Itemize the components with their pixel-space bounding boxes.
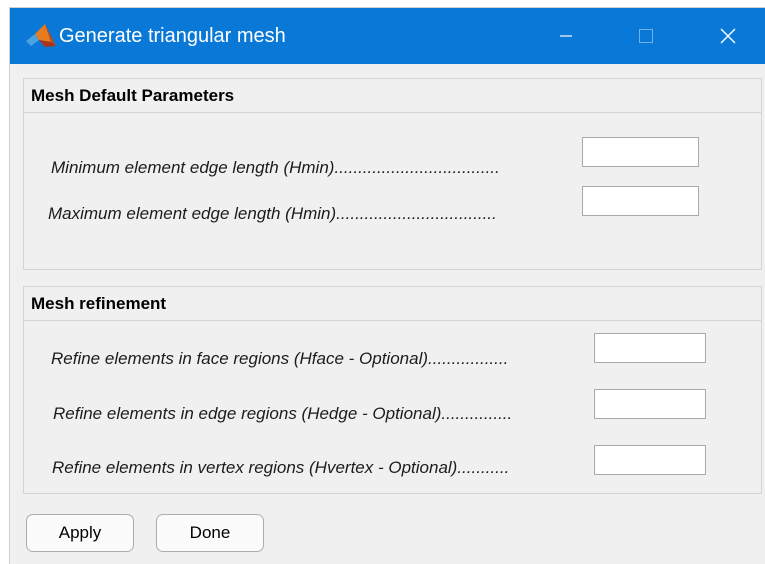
hface-label: Refine elements in face regions (Hface -…: [51, 349, 509, 368]
title-bar[interactable]: Generate triangular mesh: [10, 8, 765, 64]
maximize-button[interactable]: [618, 8, 674, 64]
hedge-label: Refine elements in edge regions (Hedge -…: [53, 404, 513, 423]
apply-button[interactable]: Apply: [26, 514, 134, 552]
mesh-default-parameters-header: Mesh Default Parameters: [24, 79, 761, 113]
mesh-refinement-panel: Mesh refinement Refine elements in face …: [23, 286, 762, 494]
mesh-dialog-window: Generate triangular mesh Mesh Default Pa…: [10, 8, 765, 564]
min-edge-length-input[interactable]: [582, 137, 699, 167]
hvertex-input[interactable]: [594, 445, 706, 475]
done-button[interactable]: Done: [156, 514, 264, 552]
matlab-logo-icon: [25, 22, 57, 50]
minimize-icon: [560, 35, 572, 37]
hedge-input[interactable]: [594, 389, 706, 419]
minimize-button[interactable]: [538, 8, 594, 64]
window-title: Generate triangular mesh: [59, 25, 286, 47]
hface-input[interactable]: [594, 333, 706, 363]
close-button[interactable]: [700, 8, 756, 64]
max-edge-length-input[interactable]: [582, 186, 699, 216]
hmin-max-label: Maximum element edge length (Hmin)......…: [48, 204, 497, 223]
mesh-refinement-header: Mesh refinement: [24, 287, 761, 321]
close-icon: [720, 28, 736, 44]
hvertex-label: Refine elements in vertex regions (Hvert…: [52, 458, 510, 477]
hmin-min-label: Minimum element edge length (Hmin)......…: [51, 158, 500, 177]
maximize-icon: [639, 29, 653, 43]
mesh-default-parameters-panel: Mesh Default Parameters Minimum element …: [23, 78, 762, 270]
